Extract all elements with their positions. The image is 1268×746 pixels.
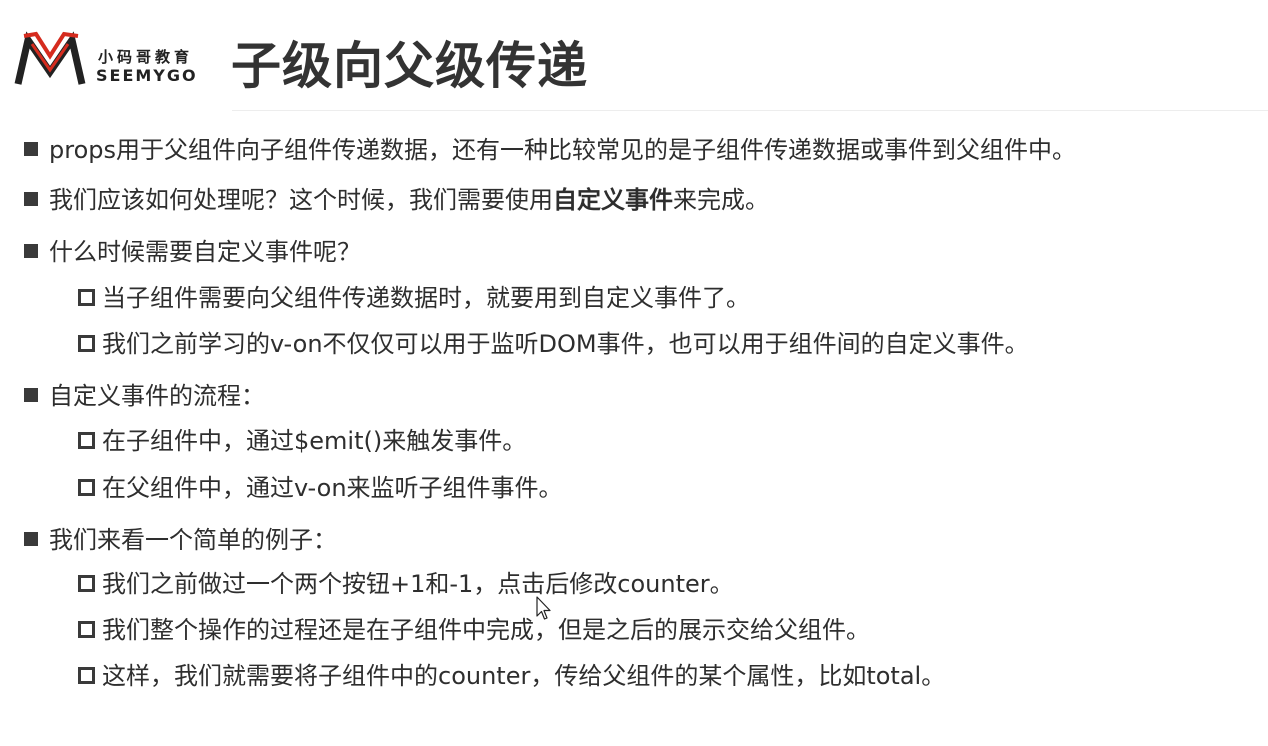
list-item: 我们来看一个简单的例子： bbox=[24, 524, 337, 556]
square-bullet-icon bbox=[24, 142, 38, 156]
sub-list-item: 我们整个操作的过程还是在子组件中完成，但是之后的展示交给父组件。 bbox=[78, 614, 870, 646]
hollow-square-bullet-icon bbox=[78, 620, 95, 638]
hollow-square-bullet-icon bbox=[78, 334, 95, 352]
list-item-text: 我们整个操作的过程还是在子组件中完成，但是之后的展示交给父组件。 bbox=[102, 616, 870, 644]
seemygo-m-logo-icon bbox=[14, 31, 86, 85]
hollow-square-bullet-icon bbox=[78, 431, 95, 449]
logo-en-text: SEEMYGO bbox=[96, 66, 198, 85]
hollow-square-bullet-icon bbox=[78, 288, 95, 306]
hollow-square-bullet-icon bbox=[78, 574, 95, 592]
list-item: 自定义事件的流程： bbox=[24, 380, 265, 412]
sub-list-item: 在子组件中，通过$emit()来触发事件。 bbox=[78, 425, 526, 457]
list-item: 什么时候需要自定义事件呢？ bbox=[24, 236, 361, 268]
list-item-text: 自定义事件的流程： bbox=[49, 382, 265, 410]
mouse-pointer-icon bbox=[536, 596, 551, 620]
list-item-bold-text: 自定义事件 bbox=[553, 186, 673, 214]
list-item-text: 我们来看一个简单的例子： bbox=[49, 526, 337, 554]
list-item-text: 当子组件需要向父组件传递数据时，就要用到自定义事件了。 bbox=[102, 284, 750, 312]
list-item-text: props用于父组件向子组件传递数据，还有一种比较常见的是子组件传递数据或事件到… bbox=[49, 136, 1076, 164]
list-item-text: 这样，我们就需要将子组件中的counter，传给父组件的某个属性，比如total… bbox=[102, 662, 946, 690]
logo-cn-text: 小码哥教育 bbox=[98, 48, 194, 66]
header-divider bbox=[232, 110, 1268, 111]
list-item: 我们应该如何处理呢？这个时候，我们需要使用自定义事件来完成。 bbox=[24, 184, 769, 216]
list-item-text: 我们之前做过一个两个按钮+1和-1，点击后修改counter。 bbox=[102, 570, 734, 598]
sub-list-item: 这样，我们就需要将子组件中的counter，传给父组件的某个属性，比如total… bbox=[78, 660, 945, 692]
square-bullet-icon bbox=[24, 388, 38, 402]
sub-list-item: 我们之前学习的v-on不仅仅可以用于监听DOM事件，也可以用于组件间的自定义事件… bbox=[78, 328, 1029, 360]
square-bullet-icon bbox=[24, 244, 38, 258]
sub-list-item: 在父组件中，通过v-on来监听子组件事件。 bbox=[78, 472, 563, 504]
square-bullet-icon bbox=[24, 532, 38, 546]
sub-list-item: 我们之前做过一个两个按钮+1和-1，点击后修改counter。 bbox=[78, 568, 734, 600]
logo: 小码哥教育 SEEMYGO bbox=[14, 30, 204, 90]
list-item-text: 来完成。 bbox=[673, 186, 769, 214]
hollow-square-bullet-icon bbox=[78, 666, 95, 684]
list-item-text: 我们之前学习的v-on不仅仅可以用于监听DOM事件，也可以用于组件间的自定义事件… bbox=[102, 330, 1029, 358]
square-bullet-icon bbox=[24, 192, 38, 206]
list-item-text: 我们应该如何处理呢？这个时候，我们需要使用 bbox=[49, 186, 553, 214]
page-title: 子级向父级传递 bbox=[231, 37, 588, 95]
list-item: props用于父组件向子组件传递数据，还有一种比较常见的是子组件传递数据或事件到… bbox=[24, 134, 1076, 166]
sub-list-item: 当子组件需要向父组件传递数据时，就要用到自定义事件了。 bbox=[78, 282, 750, 314]
list-item-text: 什么时候需要自定义事件呢？ bbox=[49, 238, 361, 266]
list-item-text: 在父组件中，通过v-on来监听子组件事件。 bbox=[102, 474, 563, 502]
list-item-text: 在子组件中，通过$emit()来触发事件。 bbox=[102, 427, 527, 455]
hollow-square-bullet-icon bbox=[78, 478, 95, 496]
slide-header: 小码哥教育 SEEMYGO 子级向父级传递 bbox=[0, 0, 1268, 112]
